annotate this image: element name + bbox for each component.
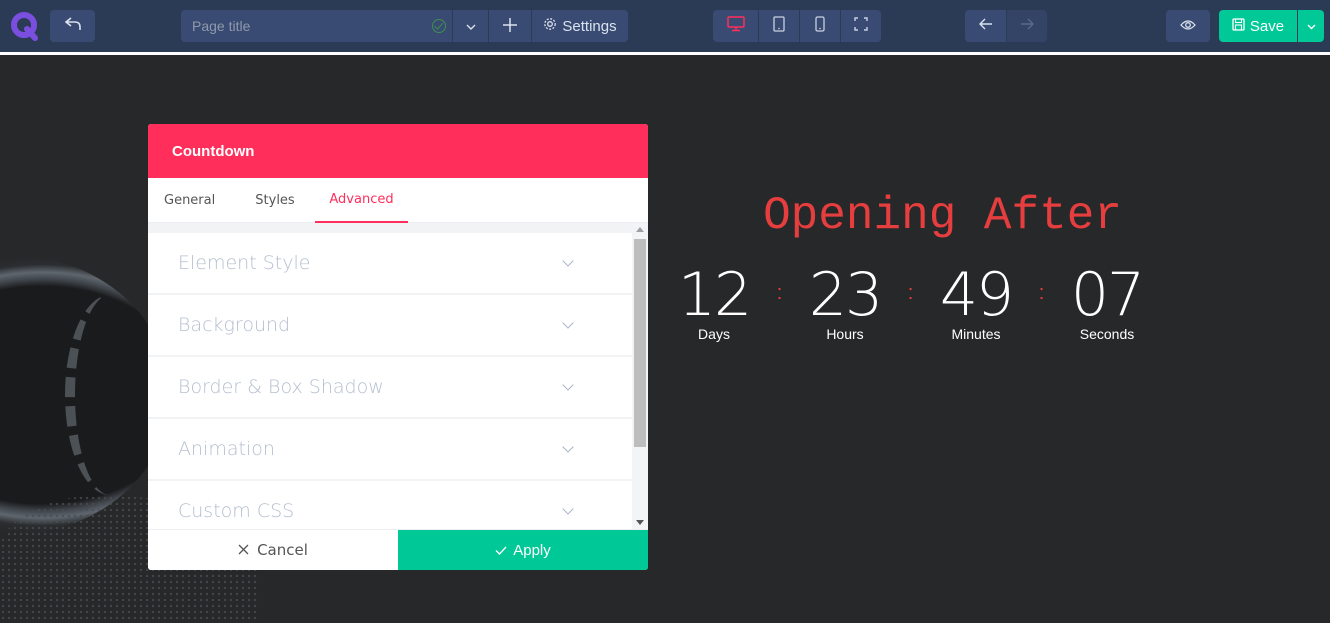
accordion-element-style[interactable]: Element Style xyxy=(148,233,632,293)
check-circle-icon xyxy=(432,19,446,33)
advanced-panel: Element Style Background Border & Box Sh… xyxy=(148,223,648,529)
device-switcher xyxy=(713,10,881,42)
countdown-timer[interactable]: 12 Days : 23 Hours : 49 Minutes : 07 Sec… xyxy=(677,260,1145,342)
reply-back-icon xyxy=(64,17,81,35)
plus-icon xyxy=(503,15,517,38)
countdown-seconds: 07 Seconds xyxy=(1070,260,1145,342)
countdown-separator: : xyxy=(1038,282,1045,304)
page-title-input[interactable]: Page title xyxy=(181,10,452,42)
tab-advanced[interactable]: Advanced xyxy=(315,178,408,223)
accordion-list: Element Style Background Border & Box Sh… xyxy=(148,233,632,529)
apply-label: Apply xyxy=(513,542,551,559)
panel-scrollbar[interactable] xyxy=(632,223,648,529)
tab-styles[interactable]: Styles xyxy=(235,178,315,223)
fullscreen-button[interactable] xyxy=(840,10,881,42)
countdown-label: Seconds xyxy=(1079,326,1135,342)
settings-label: Settings xyxy=(562,17,617,35)
chevron-down-icon xyxy=(562,503,574,515)
desktop-icon xyxy=(726,15,745,37)
arrow-right-icon xyxy=(1020,17,1034,35)
chevron-down-icon xyxy=(466,17,476,35)
countdown-value: 12 xyxy=(677,260,752,330)
page-dropdown-button[interactable] xyxy=(452,10,488,42)
gear-icon xyxy=(543,17,557,35)
accordion-label: Background xyxy=(178,314,291,336)
save-button[interactable]: Save xyxy=(1219,10,1297,42)
countdown-value: 07 xyxy=(1070,260,1145,330)
undo-button[interactable] xyxy=(50,10,95,42)
settings-button[interactable]: Settings xyxy=(531,10,628,42)
accordion-label: Border & Box Shadow xyxy=(178,376,384,398)
chevron-down-icon xyxy=(562,317,574,329)
chevron-down-icon xyxy=(562,255,574,267)
accordion-animation[interactable]: Animation xyxy=(148,419,632,479)
countdown-label: Days xyxy=(698,326,730,342)
background-watch-bezel xyxy=(65,295,155,495)
cancel-label: Cancel xyxy=(257,541,308,559)
accordion-label: Custom CSS xyxy=(178,500,295,522)
countdown-label: Hours xyxy=(826,326,864,342)
page-title-placeholder: Page title xyxy=(192,18,251,34)
check-icon xyxy=(495,542,507,559)
page-title-group: Page title Settings xyxy=(181,10,628,42)
tablet-icon xyxy=(773,15,785,37)
countdown-days: 12 Days xyxy=(677,260,752,342)
app-logo[interactable] xyxy=(9,10,41,42)
history-back-button[interactable] xyxy=(965,10,1006,42)
history-controls xyxy=(965,10,1047,42)
countdown-hours: 23 Hours xyxy=(808,260,883,342)
chevron-down-icon xyxy=(562,379,574,391)
close-icon xyxy=(238,541,249,559)
countdown-value: 49 xyxy=(939,260,1014,330)
accordion-custom-css[interactable]: Custom CSS xyxy=(148,481,632,529)
floppy-disk-icon xyxy=(1232,17,1245,35)
arrow-left-icon xyxy=(978,17,993,35)
countdown-separator: : xyxy=(907,282,914,304)
eye-icon xyxy=(1180,18,1196,35)
countdown-title: Opening After xyxy=(763,190,1122,242)
fullscreen-icon xyxy=(854,16,868,36)
scroll-up-arrow-icon[interactable] xyxy=(636,227,644,232)
history-forward-button[interactable] xyxy=(1006,10,1047,42)
tab-general[interactable]: General xyxy=(148,178,235,223)
cancel-button[interactable]: Cancel xyxy=(148,530,398,570)
accordion-label: Animation xyxy=(178,438,275,460)
countdown-label: Minutes xyxy=(951,326,1001,342)
scroll-down-arrow-icon[interactable] xyxy=(636,520,644,525)
modal-title: Countdown xyxy=(172,142,255,160)
mobile-icon xyxy=(815,15,825,37)
scrollbar-thumb[interactable] xyxy=(634,239,646,447)
countdown-separator: : xyxy=(776,282,783,304)
preview-button[interactable] xyxy=(1166,10,1210,42)
accordion-border-box-shadow[interactable]: Border & Box Shadow xyxy=(148,357,632,417)
add-page-button[interactable] xyxy=(488,10,531,42)
countdown-settings-modal: Countdown General Styles Advanced Elemen… xyxy=(148,124,648,570)
save-label: Save xyxy=(1249,17,1285,35)
countdown-minutes: 49 Minutes xyxy=(939,260,1014,342)
accordion-background[interactable]: Background xyxy=(148,295,632,355)
modal-footer: Cancel Apply xyxy=(148,529,648,570)
device-mobile-button[interactable] xyxy=(799,10,840,42)
accordion-label: Element Style xyxy=(178,252,311,274)
save-options-dropdown[interactable] xyxy=(1298,10,1324,42)
device-desktop-button[interactable] xyxy=(713,10,758,42)
chevron-down-icon xyxy=(1307,17,1316,35)
top-toolbar: Page title Settings Save xyxy=(0,0,1330,52)
chevron-down-icon xyxy=(562,441,574,453)
apply-button[interactable]: Apply xyxy=(398,530,648,570)
modal-header[interactable]: Countdown xyxy=(148,124,648,178)
modal-tabs: General Styles Advanced xyxy=(148,178,648,223)
device-tablet-button[interactable] xyxy=(758,10,799,42)
countdown-value: 23 xyxy=(808,260,883,330)
